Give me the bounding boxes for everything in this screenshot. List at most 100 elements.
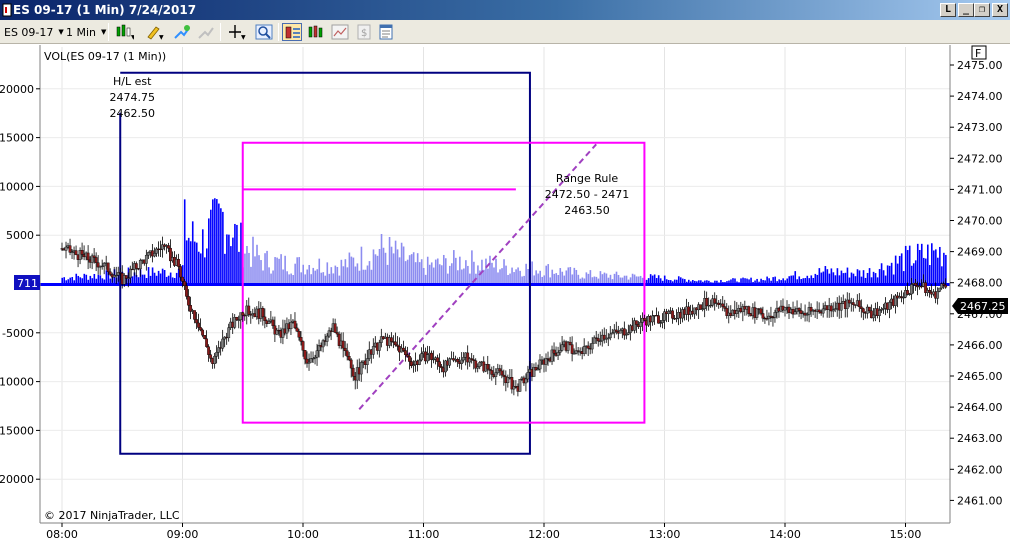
instrument-selector[interactable]: ES 09-17 ▼ xyxy=(4,25,64,40)
volume-bar xyxy=(362,269,365,284)
volume-bar xyxy=(499,269,501,284)
volume-bar xyxy=(790,275,793,284)
volume-bar xyxy=(320,272,323,284)
volume-bar xyxy=(828,273,831,284)
volume-bar xyxy=(322,272,325,284)
candle-down xyxy=(167,245,170,249)
volume-bar xyxy=(330,267,333,284)
volume-bar xyxy=(567,267,570,284)
price-volume-chart[interactable]: 08:00 09:00 10:00 11:00 12:00 13:00 14:00 15:00… xyxy=(0,45,1010,545)
volume-bar xyxy=(561,271,564,284)
volume-bar xyxy=(332,273,335,284)
volume-bar xyxy=(935,249,937,284)
volume-bar xyxy=(378,248,381,284)
volume-bar xyxy=(931,243,933,284)
volume-bar xyxy=(900,253,903,284)
volume-zero-line xyxy=(40,283,950,286)
volume-bar xyxy=(336,266,339,284)
zoom-icon[interactable] xyxy=(254,23,274,41)
volume-bar xyxy=(228,234,230,284)
restore-button[interactable]: ❐ xyxy=(974,3,990,17)
interval-selector[interactable]: 1 Min ▼ xyxy=(66,25,106,40)
add-indicator-icon[interactable] xyxy=(172,23,192,41)
candle-up xyxy=(460,359,464,364)
time-tick-label: 13:00 xyxy=(649,528,681,541)
volume-bar xyxy=(398,257,401,284)
chart-panel[interactable]: 08:00 09:00 10:00 11:00 12:00 13:00 14:00 15:00… xyxy=(0,45,1010,545)
candle-down xyxy=(80,250,84,255)
volume-bar xyxy=(210,209,212,284)
volume-bar xyxy=(187,237,190,284)
volume-bar xyxy=(941,266,943,284)
candle-down xyxy=(404,350,407,355)
candle-down xyxy=(263,316,267,321)
volume-bars xyxy=(61,198,947,284)
volume-bar xyxy=(420,259,423,284)
volume-bar xyxy=(587,273,590,284)
volume-bar xyxy=(193,241,196,284)
volume-bar xyxy=(372,249,375,284)
candle-down xyxy=(197,322,200,328)
dollar-icon[interactable]: $ xyxy=(354,23,374,41)
drawing-pencil-icon[interactable]: ▼ xyxy=(144,23,164,41)
volume-bar xyxy=(591,277,594,284)
volume-bar xyxy=(840,270,843,284)
candle-down xyxy=(343,347,347,352)
volume-bar xyxy=(292,274,294,284)
volume-bar xyxy=(495,258,497,284)
volume-bar xyxy=(212,199,214,284)
volume-bar xyxy=(649,274,652,284)
candle-down xyxy=(721,303,725,307)
candle-down xyxy=(134,263,138,269)
candle-down xyxy=(108,271,112,275)
volume-bar xyxy=(533,275,535,284)
volume-bar xyxy=(595,276,598,284)
candle-down xyxy=(199,327,202,331)
close-button[interactable]: X xyxy=(992,3,1008,17)
volume-bar xyxy=(774,276,776,284)
price-tick-label: 2475.00 xyxy=(957,59,1003,72)
price-tick-label: 2461.00 xyxy=(957,494,1003,507)
strategy-icon[interactable] xyxy=(196,23,216,41)
volume-bar xyxy=(939,246,941,284)
window-titlebar[interactable]: ES 09-17 (1 Min) 7/24/2017 L _ ❐ X xyxy=(0,0,1010,20)
volume-bar xyxy=(870,277,873,284)
chart-trader-icon[interactable] xyxy=(282,23,302,41)
candle-down xyxy=(713,298,717,304)
crosshair-icon[interactable]: ▼ xyxy=(226,23,246,41)
volume-bar xyxy=(248,252,250,284)
time-tick-label: 08:00 xyxy=(46,528,78,541)
volume-bar xyxy=(677,276,680,284)
volume-bar xyxy=(461,269,463,284)
time-tick-label: 15:00 xyxy=(890,528,922,541)
data-series-icon[interactable] xyxy=(306,23,326,41)
minimize-button[interactable]: _ xyxy=(958,3,974,17)
candle-down xyxy=(301,341,305,351)
range-rule-title: Range Rule xyxy=(556,172,619,185)
volume-bar xyxy=(844,272,847,284)
candle-up xyxy=(518,379,522,392)
volume-tick-label: 15000 xyxy=(0,132,34,145)
properties-icon[interactable] xyxy=(376,23,396,41)
svg-text:▼: ▼ xyxy=(241,34,246,41)
candle-up xyxy=(64,246,68,251)
volume-bar xyxy=(858,270,861,284)
candle-down xyxy=(408,356,411,362)
volume-bar xyxy=(360,246,363,284)
volume-bar xyxy=(926,244,929,284)
volume-bar xyxy=(316,269,319,284)
candle-down xyxy=(859,306,863,309)
volume-bar xyxy=(306,269,309,284)
time-tick-label: 11:00 xyxy=(408,528,440,541)
volume-bar xyxy=(318,258,321,284)
volume-bar xyxy=(810,275,813,284)
volume-bar xyxy=(424,274,427,284)
line-chart-icon[interactable] xyxy=(330,23,350,41)
volume-bar xyxy=(842,273,845,284)
range-rule-target: 2463.50 xyxy=(564,204,610,217)
bar-type-icon[interactable]: ▼ xyxy=(114,23,134,41)
link-button[interactable]: L xyxy=(940,3,956,17)
volume-bar xyxy=(165,276,168,284)
candle-up xyxy=(651,315,654,323)
volume-bar xyxy=(264,253,266,284)
